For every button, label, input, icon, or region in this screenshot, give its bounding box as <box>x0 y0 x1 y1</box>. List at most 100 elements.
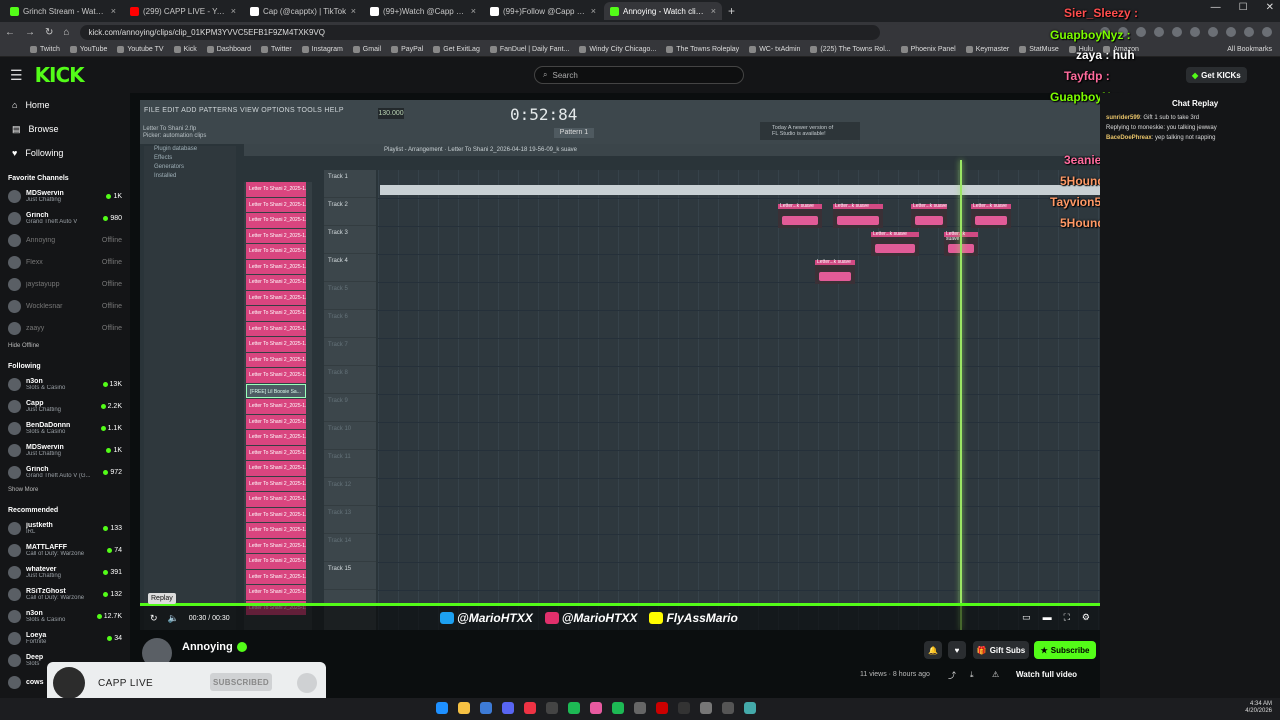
browser-tab[interactable]: Annoying - Watch clips on × <box>604 2 722 20</box>
fl-channel[interactable]: Letter To Shani 2_2025-1... <box>246 461 306 476</box>
fl-track-label[interactable]: Track 12 <box>324 478 376 506</box>
channel-item[interactable]: justketh IRL 133 <box>0 517 130 539</box>
fl-channel[interactable]: Letter To Shani 2_2025-1... <box>246 337 306 352</box>
url-input[interactable]: kick.com/annoying/clips/clip_01KPM3YVVC5… <box>80 24 881 40</box>
theater-icon[interactable]: ▬ <box>1043 612 1052 623</box>
channel-item[interactable]: Grinch Grand Theft Auto V (G... 972 <box>0 461 130 483</box>
hide-offline-button[interactable]: Hide Offline <box>0 339 130 353</box>
fl-channel[interactable]: Letter To Shani 2_2025-1... <box>246 476 306 491</box>
fl-channel[interactable]: Letter To Shani 2_2025-1... <box>246 275 306 290</box>
bookmark-item[interactable]: Twitter <box>261 45 292 53</box>
app-icon-2[interactable] <box>634 702 646 714</box>
channel-item[interactable]: Annoying Offline <box>0 229 130 251</box>
bookmark-item[interactable]: Dashboard <box>206 45 251 53</box>
fl-channel[interactable]: Letter To Shani 2_2025-1... <box>246 197 306 212</box>
channel-item[interactable]: Flexx Offline <box>0 251 130 273</box>
x-icon[interactable] <box>678 702 690 714</box>
fl-track-label[interactable]: Track 5 <box>324 282 376 310</box>
fl-channel[interactable]: [FREE] Lil Boosie Sa... <box>246 383 306 398</box>
bookmark-item[interactable]: Kick <box>173 45 197 53</box>
browser-tab[interactable]: (99+)Follow @Capp on kick/Tw × <box>484 2 602 20</box>
channel-item[interactable]: Loeya Fortnite 34 <box>0 627 130 649</box>
close-icon[interactable]: × <box>711 6 716 16</box>
all-bookmarks[interactable]: All Bookmarks <box>1227 46 1280 53</box>
chrome-icon[interactable] <box>524 702 536 714</box>
audio-clip[interactable]: Letter...k suave <box>833 204 883 228</box>
fl-track-label[interactable]: Track 10 <box>324 422 376 450</box>
bookmark-item[interactable]: Twitch <box>30 45 60 53</box>
fl-browser-item[interactable]: Generators <box>144 164 236 173</box>
subscribe-button[interactable]: ★ Subscribe <box>1034 641 1096 659</box>
subscribed-button[interactable]: SUBSCRIBED <box>210 673 272 691</box>
share-icon[interactable]: ⤴ <box>948 670 956 681</box>
gift-subs-button[interactable]: 🎁 Gift Subs <box>973 641 1029 659</box>
fl-track-label[interactable]: Track 3 <box>324 226 376 254</box>
audio-clip[interactable]: Letter...k suave <box>815 260 855 284</box>
fl-track-label[interactable]: Track 11 <box>324 450 376 478</box>
volume-icon[interactable]: 🔈 <box>168 613 179 624</box>
fl-channel[interactable]: Letter To Shani 2_2025-1... <box>246 523 306 538</box>
fl-track-label[interactable]: Track 14 <box>324 534 376 562</box>
browser-tab[interactable]: Cap (@capptx) | TikTok × <box>244 2 362 20</box>
fl-channel[interactable]: Letter To Shani 2_2025-1... <box>246 182 306 197</box>
bookmark-item[interactable]: Youtube TV <box>117 45 164 53</box>
sidebar-nav-following[interactable]: ♥ Following <box>0 141 130 165</box>
discord-icon[interactable] <box>502 702 514 714</box>
sidebar-nav-home[interactable]: ⌂ Home <box>0 93 130 117</box>
spotify-icon[interactable] <box>568 702 580 714</box>
channel-item[interactable]: MDSwervin Just Chatting 1K <box>0 185 130 207</box>
audio-clip[interactable]: Letter...k suave <box>911 204 947 228</box>
show-more-button[interactable]: Show More <box>0 483 130 497</box>
fl-channel[interactable]: Letter To Shani 2_2025-1... <box>246 228 306 243</box>
fl-track-label[interactable]: Track 1 <box>324 170 376 198</box>
fl-track-label[interactable]: Track 4 <box>324 254 376 282</box>
bookmark-item[interactable]: FanDuel | Daily Fant... <box>489 45 569 53</box>
fl-channel[interactable]: Letter To Shani 2_2025-1... <box>246 492 306 507</box>
fl-channel[interactable]: Letter To Shani 2_2025-1... <box>246 244 306 259</box>
fl-channel[interactable]: Letter To Shani 2_2025-1... <box>246 554 306 569</box>
channel-item[interactable]: MATTLAFFF Call of Duty: Warzone 74 <box>0 539 130 561</box>
channel-item[interactable]: MDSwervin Just Chatting 1K <box>0 439 130 461</box>
bookmark-item[interactable]: Windy City Chicago... <box>579 45 656 53</box>
get-kicks-button[interactable]: ◆ Get KICKs <box>1186 67 1247 83</box>
close-icon[interactable]: × <box>471 6 476 16</box>
fl-browser-item[interactable]: Plugin database <box>144 146 236 155</box>
fullscreen-icon[interactable]: ⛶ <box>1064 612 1070 623</box>
audio-clip[interactable]: Letter...k suave <box>778 204 822 228</box>
browser-tab[interactable]: (99+)Watch @Capp on kick/Tw × <box>364 2 482 20</box>
search-input[interactable]: ⌕ Search <box>534 66 744 84</box>
audio-clip[interactable]: Letter...k suave <box>871 232 919 256</box>
fl-channel[interactable]: Letter To Shani 2_2025-1... <box>246 399 306 414</box>
bookmark-item[interactable]: WC- txAdmin <box>749 45 800 53</box>
system-clock[interactable]: 4:34 AM 4/20/2026 <box>1245 701 1272 715</box>
notification-bell-icon[interactable] <box>297 673 317 693</box>
browser-tab[interactable]: (299) CAPP LIVE - YouTube × <box>124 2 242 20</box>
close-icon[interactable]: × <box>111 6 116 16</box>
channel-item[interactable]: RSiTzGhost Call of Duty: Warzone 132 <box>0 583 130 605</box>
close-icon[interactable]: × <box>351 6 356 16</box>
settings-icon[interactable]: ⚙ <box>1082 612 1090 623</box>
menu-icon[interactable]: ☰ <box>10 67 23 84</box>
close-icon[interactable]: × <box>591 6 596 16</box>
fl-channel[interactable]: Letter To Shani 2_2025-1... <box>246 321 306 336</box>
bookmark-item[interactable]: Keymaster <box>965 45 1009 53</box>
bookmark-item[interactable]: Instagram <box>301 45 343 53</box>
fl-channel[interactable]: Letter To Shani 2_2025-1... <box>246 585 306 600</box>
watch-full-video-link[interactable]: Watch full video <box>1016 670 1077 679</box>
fl-channel[interactable]: Letter To Shani 2_2025-1... <box>246 352 306 367</box>
fl-track-label[interactable]: Track 7 <box>324 338 376 366</box>
fl-track-label[interactable]: Track 13 <box>324 506 376 534</box>
fl-channel[interactable]: Letter To Shani 2_2025-1... <box>246 507 306 522</box>
fl-track-label[interactable]: Track 2 <box>324 198 376 226</box>
channel-item[interactable]: whatever Just Chatting 391 <box>0 561 130 583</box>
channel-item[interactable]: Grinch Grand Theft Auto V 980 <box>0 207 130 229</box>
app-icon[interactable] <box>546 702 558 714</box>
bookmark-item[interactable]: (225) The Towns Rol... <box>810 45 891 53</box>
bookmark-item[interactable]: The Towns Roleplay <box>666 45 739 53</box>
app-icon-4[interactable] <box>700 702 712 714</box>
browser-tab[interactable]: Grinch Stream - Watch Live on × <box>4 2 122 20</box>
bookmark-item[interactable]: Get ExitLag <box>433 45 480 53</box>
fl-track-label[interactable]: Track 8 <box>324 366 376 394</box>
fl-channel[interactable]: Letter To Shani 2_2025-1... <box>246 368 306 383</box>
fl-channel[interactable]: Letter To Shani 2_2025-1... <box>246 538 306 553</box>
